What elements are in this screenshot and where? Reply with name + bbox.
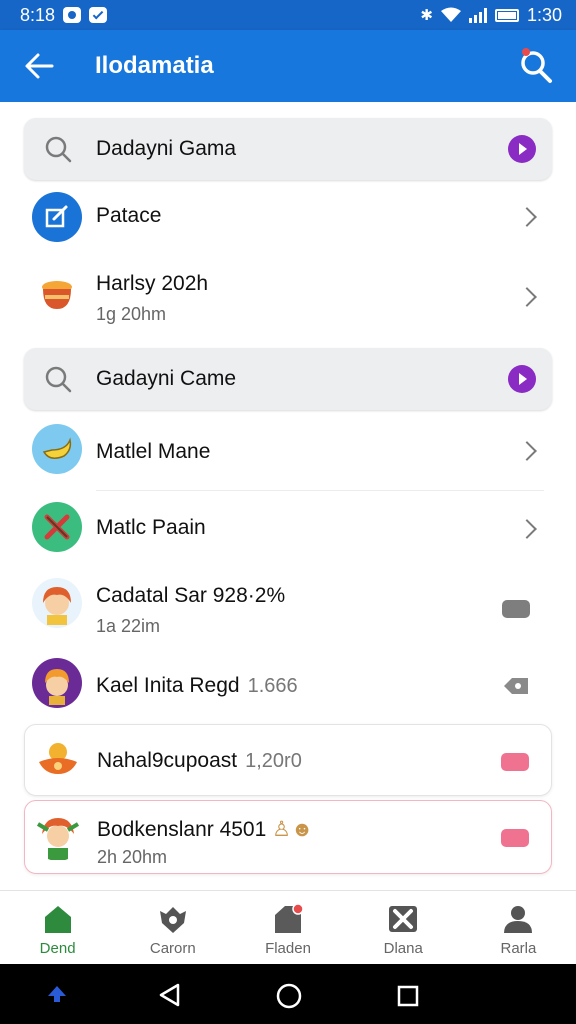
list-item-subtitle: 2h 20hm xyxy=(97,847,168,867)
list-item-title: Kael Inita Regd 1.666 xyxy=(96,674,298,697)
list-item-title: Harlsy 202h xyxy=(96,272,209,295)
nav-item-tools[interactable]: Dlana xyxy=(346,891,461,964)
status-time: 8:18 xyxy=(20,4,56,25)
system-navigation-bar xyxy=(0,964,576,1024)
list-item-value: 1.666 xyxy=(247,675,298,697)
bluetooth-icon: ✱ xyxy=(420,7,433,24)
nav-item-games[interactable]: Carorn xyxy=(115,891,230,964)
gray-tag-icon[interactable] xyxy=(502,676,530,696)
mail-notification-icon xyxy=(89,7,108,23)
list-item-subtitle: 1g 20hm xyxy=(96,304,167,324)
home-icon xyxy=(44,906,71,933)
profile-icon xyxy=(504,906,533,933)
chevron-right-icon xyxy=(517,287,537,307)
wifi-icon xyxy=(440,7,461,22)
signal-icon xyxy=(468,7,487,23)
gray-pill-icon[interactable] xyxy=(502,600,530,618)
nav-item-profile[interactable]: Rarla xyxy=(461,891,576,964)
search-icon xyxy=(45,366,72,393)
list-item-title: Nahal9cupoast 1,20r0 xyxy=(97,749,302,772)
chevron-right-icon xyxy=(517,441,537,461)
recents-square-icon[interactable] xyxy=(396,984,420,1008)
list-item-title: Matlc Paain xyxy=(96,516,206,539)
list-item-title: Matlel Mane xyxy=(96,440,211,463)
nav-label: Dlana xyxy=(383,940,423,957)
tag-icon xyxy=(275,903,304,933)
elf-avatar-icon xyxy=(33,811,83,861)
search-icon[interactable] xyxy=(518,46,554,84)
boy-avatar-icon xyxy=(32,658,82,708)
status-bar: 8:18 ✱ 1:30 xyxy=(0,0,576,30)
search-bar[interactable]: Gadayni Came xyxy=(24,348,552,410)
list-item[interactable]: Patace xyxy=(24,186,552,248)
nav-item-tags[interactable]: Fladen xyxy=(230,891,345,964)
tools-icon xyxy=(389,906,418,932)
list-item[interactable]: Matlc Paain xyxy=(24,496,552,566)
list-item-card[interactable]: Nahal9cupoast 1,20r0 xyxy=(24,724,552,796)
decoration-figures-icon: ♙☻ xyxy=(272,818,314,841)
list-item-title: Patace xyxy=(96,204,162,227)
battery-icon xyxy=(494,8,519,22)
status-clock: 1:30 xyxy=(526,4,562,25)
list-item-title: Bodkenslanr 4501 ♙☻ xyxy=(97,818,314,841)
search-bar[interactable]: Dadayni Gama xyxy=(24,118,552,180)
app-bar: Ilodamatia xyxy=(0,30,576,102)
nav-item-home[interactable]: Dend xyxy=(0,891,115,964)
pudding-icon xyxy=(32,270,82,320)
nav-label: Carorn xyxy=(149,940,196,957)
keyboard-hide-icon[interactable] xyxy=(46,984,68,1004)
pink-pill-icon[interactable] xyxy=(501,829,529,847)
back-triangle-icon[interactable] xyxy=(156,982,182,1008)
search-input-text[interactable]: Dadayni Gama xyxy=(96,118,236,180)
home-circle-icon[interactable] xyxy=(275,982,303,1010)
list-item-card[interactable]: Bodkenslanr 4501 ♙☻ 2h 20hm xyxy=(24,800,552,874)
crossed-swords-icon xyxy=(32,502,82,552)
banana-icon xyxy=(32,424,82,474)
chevron-right-icon xyxy=(517,207,537,227)
bottom-navigation: Dend Carorn Fladen Dlana Rarla xyxy=(0,890,576,964)
play-badge-icon[interactable] xyxy=(508,365,536,393)
list-item-subtitle: 1a 22im xyxy=(96,616,161,636)
divider xyxy=(96,490,544,491)
nav-label: Rarla xyxy=(500,940,537,957)
list-item[interactable]: Harlsy 202h 1g 20hm xyxy=(24,254,552,338)
pink-pill-icon[interactable] xyxy=(501,753,529,771)
page-title: Ilodamatia xyxy=(95,52,214,79)
back-arrow-icon[interactable] xyxy=(24,52,54,80)
edit-square-icon xyxy=(32,192,82,242)
list-item-value: 1,20r0 xyxy=(245,750,302,772)
list-item-title: Cadatal Sar 928·2% xyxy=(96,584,286,607)
notification-icon xyxy=(63,7,82,23)
lamp-icon xyxy=(33,735,83,785)
list-item[interactable]: Kael Inita Regd 1.666 xyxy=(24,654,552,718)
chevron-right-icon xyxy=(517,519,537,539)
search-input-text[interactable]: Gadayni Came xyxy=(96,348,236,410)
girl-avatar-icon xyxy=(32,578,82,628)
content-list: Dadayni Gama Patace Harlsy 202h 1g 20hm … xyxy=(0,102,576,890)
list-item[interactable]: Matlel Mane xyxy=(24,420,552,490)
nav-label: Fladen xyxy=(265,940,311,957)
list-item[interactable]: Cadatal Sar 928·2% 1a 22im xyxy=(24,568,552,650)
play-badge-icon[interactable] xyxy=(508,135,536,163)
nav-label: Dend xyxy=(39,940,76,957)
gamepad-icon xyxy=(159,907,186,933)
search-icon xyxy=(45,136,72,163)
